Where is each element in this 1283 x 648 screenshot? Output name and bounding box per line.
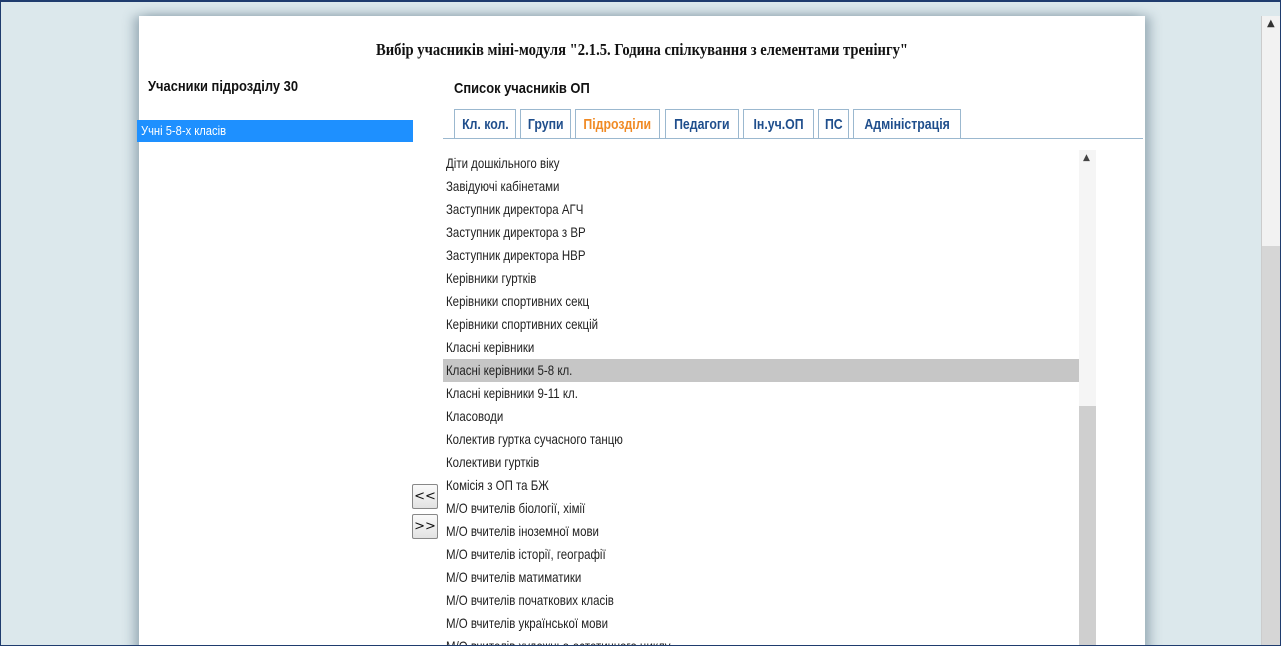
tab-subdivisions[interactable]: Підрозділи: [575, 109, 660, 139]
list-item[interactable]: Керівники спортивних секц: [443, 290, 1080, 313]
tab-groups[interactable]: Групи: [520, 109, 571, 138]
tab-other-participants[interactable]: Ін.уч.ОП: [743, 109, 814, 138]
list-item[interactable]: Колективи гуртків: [443, 451, 1080, 474]
tab-underline: [443, 138, 1143, 139]
list-item[interactable]: Комісія з ОП та БЖ: [443, 474, 1080, 497]
list-scrollbar-thumb[interactable]: [1079, 406, 1096, 645]
background-left: [9, 16, 139, 645]
list-item[interactable]: М/О вчителів іноземної мови: [443, 520, 1080, 543]
window-frame: ▲ Вибір учасників міні-модуля "2.1.5. Го…: [0, 0, 1281, 646]
page-scrollbar-thumb[interactable]: [1262, 246, 1280, 645]
right-panel-header: Список учасників ОП: [454, 80, 590, 97]
list-item[interactable]: Класні керівники: [443, 336, 1080, 359]
list-item-selected[interactable]: Класні керівники 5-8 кл.: [443, 359, 1080, 382]
move-right-button[interactable]: >>: [412, 514, 438, 539]
tab-teachers[interactable]: Педагоги: [665, 109, 739, 138]
list-item[interactable]: М/О вчителів художньо-естетичного циклу: [443, 635, 1080, 645]
participants-list[interactable]: Діти дошкільного віку Завідуючі кабінета…: [443, 152, 1083, 645]
list-item[interactable]: Завідуючі кабінетами: [443, 175, 1080, 198]
left-list-item-label: Учні 5-8-х класів: [141, 123, 227, 138]
list-item[interactable]: Колектив гуртка сучасного танцю: [443, 428, 1080, 451]
move-left-button[interactable]: <<: [412, 484, 438, 509]
list-item[interactable]: Заступник директора НВР: [443, 244, 1080, 267]
list-item[interactable]: Керівники спортивних секцій: [443, 313, 1080, 336]
tab-class-collective[interactable]: Кл. кол.: [454, 109, 516, 138]
list-item[interactable]: М/О вчителів біології, хімії: [443, 497, 1080, 520]
list-item[interactable]: М/О вчителів матиматики: [443, 566, 1080, 589]
list-item[interactable]: Заступник директора АГЧ: [443, 198, 1080, 221]
tab-ps[interactable]: ПС: [818, 109, 849, 138]
list-item[interactable]: Заступник директора з ВР: [443, 221, 1080, 244]
list-item[interactable]: Керівники гуртків: [443, 267, 1080, 290]
page-scrollbar[interactable]: ▲: [1261, 16, 1280, 645]
list-item[interactable]: М/О вчителів української мови: [443, 612, 1080, 635]
dialog-panel: Вибір учасників міні-модуля "2.1.5. Годи…: [137, 16, 1145, 645]
list-item[interactable]: Класні керівники 9-11 кл.: [443, 382, 1080, 405]
list-item[interactable]: Класоводи: [443, 405, 1080, 428]
list-item[interactable]: М/О вчителів історії, географії: [443, 543, 1080, 566]
left-list-item-selected[interactable]: Учні 5-8-х класів: [137, 120, 413, 142]
list-item[interactable]: М/О вчителів початкових класів: [443, 589, 1080, 612]
list-scrollbar[interactable]: ▲: [1079, 150, 1096, 645]
list-item[interactable]: Діти дошкільного віку: [443, 152, 1080, 175]
page-scroll-up-icon[interactable]: ▲: [1267, 18, 1275, 29]
scroll-up-arrow-icon[interactable]: ▲: [1083, 153, 1090, 163]
tab-administration[interactable]: Адміністрація: [853, 109, 961, 138]
page-title: Вибір учасників міні-модуля "2.1.5. Годи…: [375, 40, 909, 59]
left-panel-header: Учасники підрозділу 30: [148, 78, 299, 95]
